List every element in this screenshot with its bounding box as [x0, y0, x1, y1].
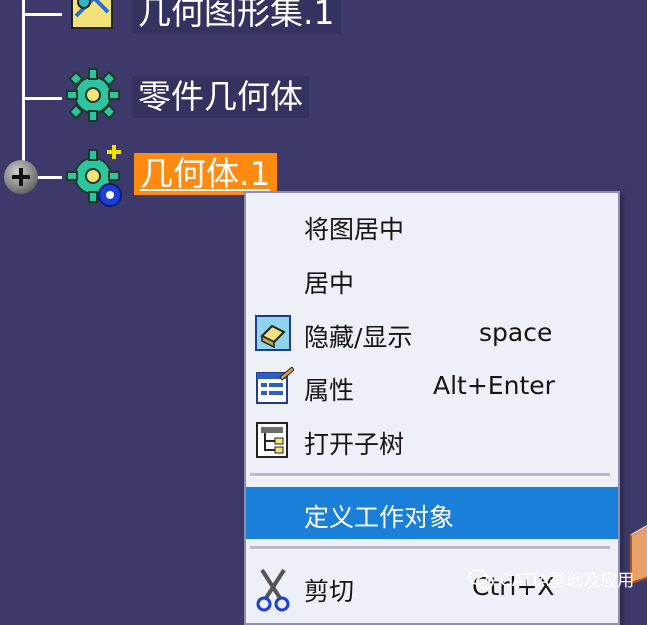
- menu-item-shortcut: space: [479, 318, 553, 347]
- menu-item-center[interactable]: 居中: [246, 253, 618, 305]
- scissors-icon: [254, 568, 292, 612]
- tree-connector-horizontal-2: [22, 97, 62, 100]
- menu-item-properties[interactable]: 属性 Alt+Enter: [246, 360, 618, 412]
- tree-connector-horizontal-1: [22, 13, 62, 16]
- menu-item-label: 将图居中: [304, 215, 405, 244]
- tree-connector-vertical: [22, 0, 25, 165]
- open-subtree-icon: [254, 421, 292, 459]
- properties-icon: [254, 366, 295, 405]
- tree-connector-horizontal-3: [36, 176, 62, 179]
- geometrical-set-icon[interactable]: [64, 0, 122, 34]
- menu-item-define-work-object[interactable]: 定义工作对象: [246, 487, 618, 539]
- tree-node-label[interactable]: 几何图形集.1: [132, 0, 341, 34]
- wechat-icon: [468, 568, 494, 590]
- tree-node-label-selected[interactable]: 几何体.1: [134, 153, 277, 195]
- context-menu: 将图居中 居中 隐藏/显示 space 属性 Alt+Enter 打开子树 定义…: [244, 191, 620, 625]
- menu-item-shortcut: Alt+Enter: [433, 371, 555, 400]
- watermark-text: CATIA基础及应用: [500, 571, 635, 591]
- menu-item-center-graph[interactable]: 将图居中: [246, 199, 618, 251]
- plus-expander-icon[interactable]: [4, 160, 38, 194]
- menu-separator: [250, 473, 610, 477]
- menu-item-open-subtree[interactable]: 打开子树: [246, 414, 618, 466]
- hide-show-icon: [254, 314, 292, 352]
- menu-item-label: 剪切: [304, 577, 355, 606]
- part-body-gear-icon[interactable]: [64, 66, 122, 124]
- watermark: CATIA基础及应用: [468, 566, 634, 591]
- menu-separator: [250, 546, 610, 550]
- menu-item-label: 定义工作对象: [304, 503, 455, 532]
- body-gear-icon[interactable]: [64, 145, 122, 207]
- menu-item-label: 属性: [304, 376, 355, 405]
- tree-node-label[interactable]: 零件几何体: [132, 76, 309, 118]
- menu-item-label: 打开子树: [304, 430, 405, 459]
- menu-item-label: 隐藏/显示: [304, 323, 413, 352]
- menu-item-label: 居中: [304, 269, 355, 298]
- menu-item-hide-show[interactable]: 隐藏/显示 space: [246, 307, 618, 359]
